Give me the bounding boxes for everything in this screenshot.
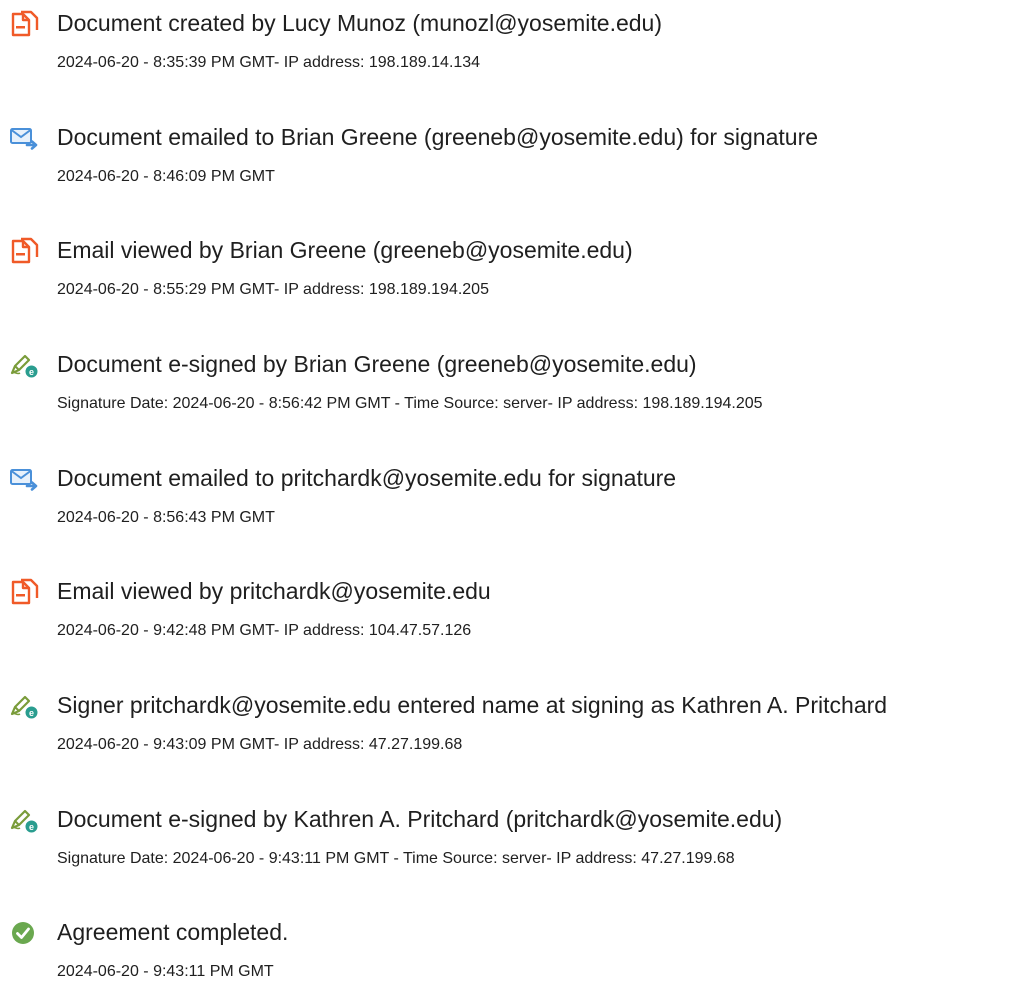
audit-event-e-signed: e Document e-signed by Brian Greene (gre… bbox=[0, 341, 1020, 431]
email-sent-icon bbox=[9, 123, 39, 153]
event-detail: Signature Date: 2024-06-20 - 8:56:42 PM … bbox=[57, 395, 763, 412]
audit-event-document-created: Document created by Lucy Munoz (munozl@y… bbox=[0, 0, 1020, 90]
event-title: Email viewed by Brian Greene (greeneb@yo… bbox=[57, 237, 633, 263]
event-detail: 2024-06-20 - 9:43:09 PM GMT- IP address:… bbox=[57, 736, 463, 753]
event-title: Agreement completed. bbox=[57, 919, 289, 945]
check-circle-icon bbox=[9, 918, 39, 948]
document-icon bbox=[9, 577, 39, 607]
event-detail: 2024-06-20 - 8:46:09 PM GMT bbox=[57, 168, 275, 185]
event-detail: Signature Date: 2024-06-20 - 9:43:11 PM … bbox=[57, 850, 735, 867]
event-title: Document e-signed by Kathren A. Pritchar… bbox=[57, 806, 783, 832]
svg-text:e: e bbox=[29, 708, 34, 718]
event-title: Email viewed by pritchardk@yosemite.edu bbox=[57, 578, 491, 604]
audit-event-emailed: Document emailed to pritchardk@yosemite.… bbox=[0, 455, 1020, 545]
audit-event-email-viewed: Email viewed by pritchardk@yosemite.edu … bbox=[0, 568, 1020, 658]
e-sign-pen-icon: e bbox=[9, 805, 39, 835]
email-sent-icon bbox=[9, 464, 39, 494]
audit-event-e-signed: e Document e-signed by Kathren A. Pritch… bbox=[0, 796, 1020, 886]
event-title: Document emailed to Brian Greene (greene… bbox=[57, 124, 819, 150]
event-title: Document created by Lucy Munoz (munozl@y… bbox=[57, 10, 663, 36]
event-detail: 2024-06-20 - 9:42:48 PM GMT- IP address:… bbox=[57, 622, 472, 639]
svg-text:e: e bbox=[29, 367, 34, 377]
audit-event-agreement-completed: Agreement completed. 2024-06-20 - 9:43:1… bbox=[0, 909, 1020, 999]
event-detail: 2024-06-20 - 8:55:29 PM GMT- IP address:… bbox=[57, 281, 489, 298]
document-icon bbox=[9, 9, 39, 39]
event-detail: 2024-06-20 - 8:35:39 PM GMT- IP address:… bbox=[57, 54, 481, 71]
e-sign-pen-icon: e bbox=[9, 691, 39, 721]
audit-event-emailed: Document emailed to Brian Greene (greene… bbox=[0, 114, 1020, 204]
svg-text:e: e bbox=[29, 822, 34, 832]
event-title: Document e-signed by Brian Greene (green… bbox=[57, 351, 697, 377]
document-icon bbox=[9, 236, 39, 266]
event-detail: 2024-06-20 - 8:56:43 PM GMT bbox=[57, 509, 275, 526]
audit-event-name-entered: e Signer pritchardk@yosemite.edu entered… bbox=[0, 682, 1020, 772]
event-title: Signer pritchardk@yosemite.edu entered n… bbox=[57, 692, 888, 718]
e-sign-pen-icon: e bbox=[9, 350, 39, 380]
event-title: Document emailed to pritchardk@yosemite.… bbox=[57, 465, 677, 491]
audit-event-email-viewed: Email viewed by Brian Greene (greeneb@yo… bbox=[0, 227, 1020, 317]
event-detail: 2024-06-20 - 9:43:11 PM GMT bbox=[57, 963, 274, 980]
